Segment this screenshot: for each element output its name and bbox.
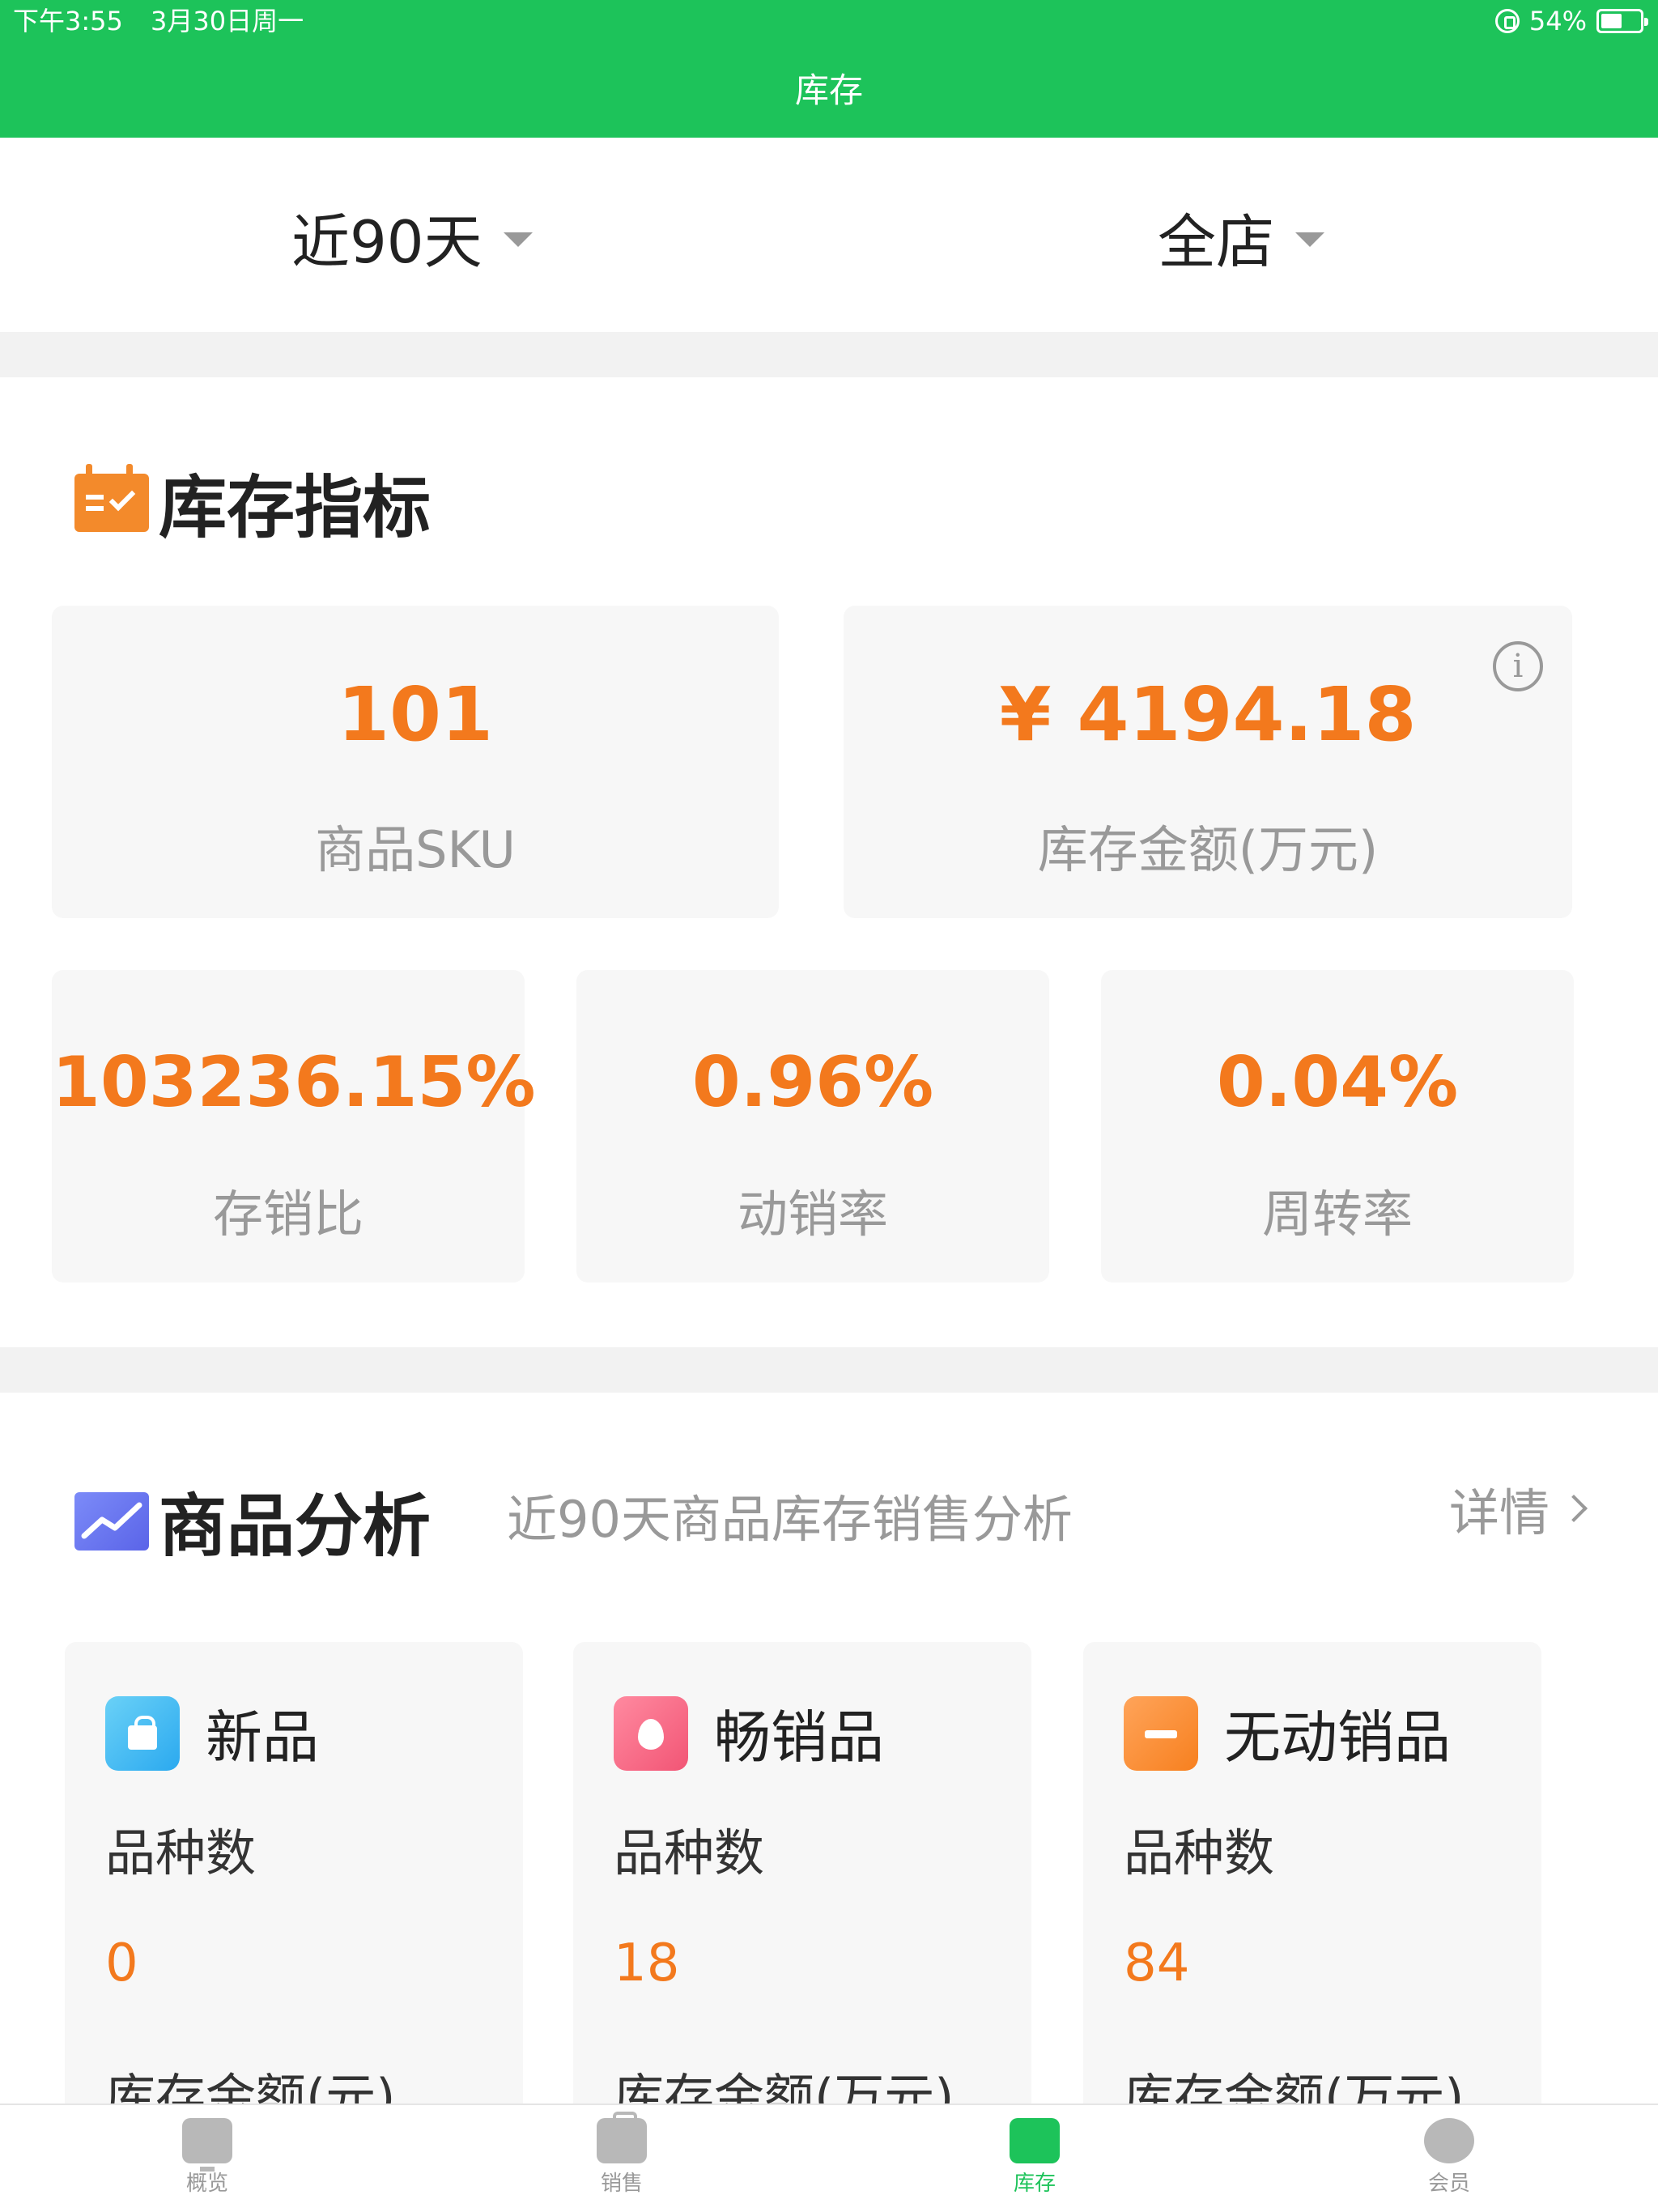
non-moving-title-row: 无动销品 bbox=[1124, 1692, 1451, 1774]
briefcase-icon bbox=[597, 2112, 647, 2163]
orientation-lock-icon bbox=[1494, 9, 1520, 33]
tab-members[interactable]: 会员 bbox=[1384, 2118, 1514, 2197]
non-moving-products-card[interactable]: 无动销品 品种数 84 库存金额(万元) bbox=[1083, 1642, 1541, 2144]
non-moving-count: 84 bbox=[1124, 1933, 1190, 1993]
new-products-count-label: 品种数 bbox=[105, 1823, 257, 1882]
turnover-rate-value: 0.04% bbox=[1216, 1042, 1459, 1123]
inventory-amount-card[interactable]: i ¥ 4194.18 库存金额(万元) bbox=[844, 606, 1572, 918]
minus-icon bbox=[1124, 1695, 1198, 1771]
battery-icon bbox=[1596, 9, 1648, 33]
turnover-rate-label: 周转率 bbox=[1261, 1185, 1413, 1244]
caret-down-icon bbox=[1295, 232, 1325, 247]
top-bar: 下午3:55 3月30日周一 54% 库存 bbox=[0, 0, 1658, 138]
non-moving-count-label: 品种数 bbox=[1124, 1823, 1275, 1882]
tab-inventory-label: 库存 bbox=[1013, 2172, 1056, 2196]
best-sellers-count: 18 bbox=[614, 1933, 680, 1993]
tab-bar: 概览 销售 库存 会员 bbox=[0, 2104, 1658, 2212]
stock-sales-ratio-label: 存销比 bbox=[212, 1185, 363, 1244]
sell-through-rate-card[interactable]: 0.96% 动销率 bbox=[576, 970, 1049, 1283]
new-products-title: 新品 bbox=[206, 1704, 319, 1771]
status-bar-left: 下午3:55 3月30日周一 bbox=[13, 5, 323, 37]
tab-overview[interactable]: 概览 bbox=[142, 2118, 272, 2197]
inventory-amount-value: ¥ 4194.18 bbox=[999, 671, 1417, 758]
member-icon bbox=[1424, 2118, 1474, 2163]
sell-through-rate-label: 动销率 bbox=[737, 1185, 888, 1244]
inventory-amount-label: 库存金额(万元) bbox=[1037, 820, 1379, 879]
best-sellers-title: 畅销品 bbox=[714, 1704, 884, 1771]
battery-fill bbox=[1601, 14, 1622, 28]
store-dropdown[interactable]: 全店 bbox=[1158, 194, 1325, 279]
sku-value: 101 bbox=[337, 671, 494, 758]
sku-label: 商品SKU bbox=[315, 820, 516, 879]
status-date: 3月30日周一 bbox=[151, 6, 304, 36]
store-value: 全店 bbox=[1158, 208, 1275, 276]
section-divider bbox=[0, 332, 1658, 377]
product-analysis-subtitle: 近90天商品库存销售分析 bbox=[507, 1490, 1073, 1549]
status-bar-right: 54% bbox=[1494, 5, 1648, 37]
stock-sales-ratio-value: 103236.15% bbox=[52, 1042, 536, 1123]
inventory-metrics-title: 库存指标 bbox=[159, 468, 432, 547]
best-sellers-title-row: 畅销品 bbox=[614, 1692, 884, 1774]
details-link[interactable]: 详情 bbox=[1448, 1472, 1588, 1545]
shopping-bag-icon bbox=[105, 1695, 180, 1771]
details-label: 详情 bbox=[1448, 1483, 1550, 1542]
tab-inventory[interactable]: 库存 bbox=[970, 2118, 1099, 2197]
tab-sales[interactable]: 销售 bbox=[557, 2112, 687, 2197]
tab-sales-label: 销售 bbox=[600, 2172, 643, 2196]
sell-through-rate-value: 0.96% bbox=[691, 1042, 934, 1123]
trend-chart-icon bbox=[74, 1491, 149, 1551]
product-analysis-header: 商品分析 bbox=[74, 1472, 431, 1570]
best-sellers-card[interactable]: 畅销品 品种数 18 库存金额(万元) bbox=[573, 1642, 1031, 2144]
tab-members-label: 会员 bbox=[1427, 2172, 1470, 2196]
chevron-right-icon bbox=[1560, 1495, 1588, 1522]
section-divider bbox=[0, 1347, 1658, 1393]
filter-bar: 近90天 全店 bbox=[0, 138, 1658, 332]
inventory-metrics-header: 库存指标 bbox=[74, 453, 431, 551]
period-dropdown[interactable]: 近90天 bbox=[291, 194, 533, 279]
turnover-rate-card[interactable]: 0.04% 周转率 bbox=[1101, 970, 1574, 1283]
monitor-icon bbox=[182, 2118, 232, 2172]
page-title: 库存 bbox=[794, 70, 863, 110]
calendar-check-icon bbox=[74, 463, 149, 532]
stock-sales-ratio-card[interactable]: 103236.15% 存销比 bbox=[52, 970, 536, 1283]
status-time: 下午3:55 bbox=[13, 6, 123, 36]
battery-percent: 54% bbox=[1528, 6, 1587, 36]
sku-card[interactable]: 101 商品SKU bbox=[52, 606, 779, 918]
period-value: 近90天 bbox=[291, 208, 483, 276]
new-products-title-row: 新品 bbox=[105, 1692, 319, 1774]
caret-down-icon bbox=[503, 232, 533, 247]
new-products-card[interactable]: 新品 品种数 0 库存金额(元) bbox=[65, 1642, 523, 2144]
product-analysis-title: 商品分析 bbox=[159, 1487, 432, 1566]
bookmark-icon bbox=[1010, 2118, 1060, 2163]
best-sellers-count-label: 品种数 bbox=[614, 1823, 765, 1882]
flame-icon bbox=[614, 1695, 688, 1771]
new-products-count: 0 bbox=[105, 1933, 138, 1993]
non-moving-title: 无动销品 bbox=[1224, 1704, 1451, 1771]
